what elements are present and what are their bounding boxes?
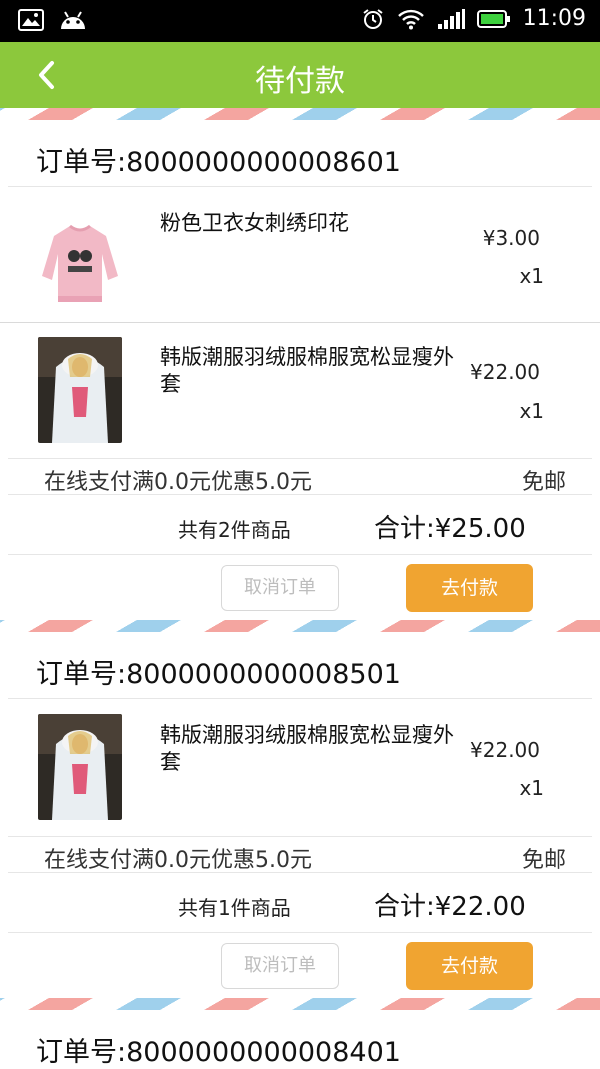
order-total: 合计:¥22.00 <box>374 892 526 922</box>
order-number: 订单号:8000000000008401 <box>36 1037 401 1068</box>
alarm-icon <box>362 8 383 29</box>
promotion-text: 在线支付满0.0元优惠5.0元 <box>44 470 312 495</box>
order-divider <box>0 998 600 1010</box>
pay-button[interactable]: 去付款 <box>406 564 533 612</box>
page-title: 待付款 <box>255 64 345 99</box>
product-name: 韩版潮服羽绒服棉服宽松显瘦外套 <box>160 345 454 396</box>
order-number: 订单号:8000000000008601 <box>36 147 401 178</box>
pay-button[interactable]: 去付款 <box>406 942 533 990</box>
item-count: 共有2件商品 <box>178 518 291 542</box>
battery-icon <box>476 9 510 28</box>
promotion-text: 在线支付满0.0元优惠5.0元 <box>44 848 312 873</box>
cancel-order-button[interactable]: 取消订单 <box>221 565 339 611</box>
product-quantity: x1 <box>519 776 544 800</box>
product-image[interactable] <box>38 714 122 820</box>
product-name: 粉色卫衣女刺绣印花 <box>160 211 349 235</box>
header-bar: 待付款 <box>0 42 600 108</box>
order-divider <box>0 620 600 632</box>
order-total: 合计:¥25.00 <box>374 514 526 544</box>
product-price: ¥22.00 <box>470 360 540 384</box>
gallery-notification-icon <box>18 9 44 31</box>
product-price: ¥3.00 <box>482 226 540 250</box>
product-image[interactable] <box>38 210 122 316</box>
product-image[interactable] <box>38 337 122 443</box>
wifi-icon <box>397 9 424 29</box>
product-quantity: x1 <box>519 399 544 423</box>
signal-icon <box>437 8 465 29</box>
order-number: 订单号:8000000000008501 <box>36 659 401 690</box>
product-price: ¥22.00 <box>470 738 540 762</box>
status-bar: 11:09 <box>0 0 600 42</box>
shipping-status: 免邮 <box>521 470 566 495</box>
product-name: 韩版潮服羽绒服棉服宽松显瘦外套 <box>160 723 454 774</box>
item-count: 共有1件商品 <box>178 896 291 920</box>
shipping-status: 免邮 <box>521 848 566 873</box>
order-divider <box>0 108 600 120</box>
android-notification-icon <box>61 11 85 29</box>
cancel-order-button[interactable]: 取消订单 <box>221 943 339 989</box>
product-quantity: x1 <box>519 264 544 288</box>
status-time: 11:09 <box>522 6 586 31</box>
